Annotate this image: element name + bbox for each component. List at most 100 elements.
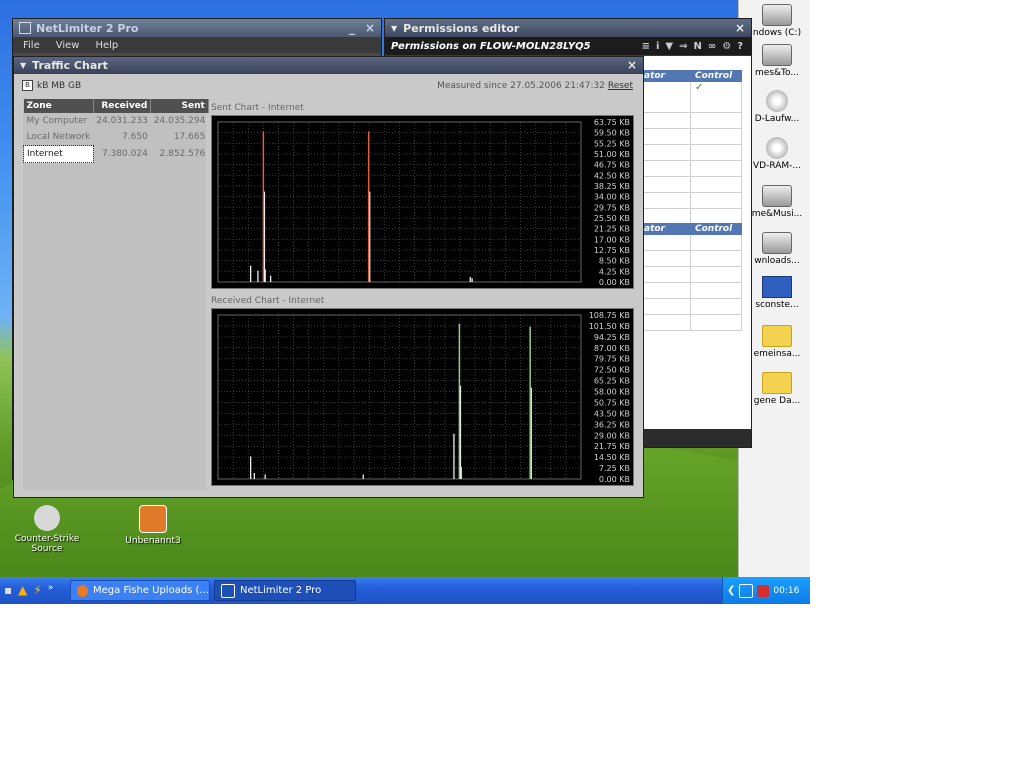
more-chevron-icon[interactable]: »	[48, 583, 54, 597]
table-row[interactable]: ✓	[640, 82, 742, 113]
vlc-icon[interactable]: ▲	[18, 583, 27, 597]
y-tick-label: 12.75 KB	[594, 246, 630, 255]
screen: Counter-Strike Source Unbenannt3 ndows (…	[0, 0, 810, 604]
netlimiter-logo-icon	[19, 22, 31, 34]
received-chart-title: Received Chart - Internet	[211, 296, 325, 306]
desktop-icon-dvd-drive[interactable]: D-Laufw...	[745, 90, 809, 124]
collapse-triangle-icon[interactable]: ▼	[391, 24, 397, 33]
table-row[interactable]: My Computer 24.031.233 24.035.294	[24, 113, 209, 129]
permissions-close-button[interactable]: ×	[735, 21, 745, 35]
permissions-footer	[640, 429, 751, 447]
new-icon[interactable]: N	[694, 41, 702, 52]
desktop-icon-gemeinsame[interactable]: emeinsa...	[745, 325, 809, 359]
menu-view[interactable]: View	[56, 40, 80, 51]
y-tick-label: 17.00 KB	[594, 235, 630, 244]
table-row[interactable]	[640, 235, 742, 251]
table-row[interactable]: Local Network 7.650 17.665	[24, 129, 209, 146]
y-tick-label: 87.00 KB	[594, 344, 630, 353]
desktop-quicklaunch-icon[interactable]: ▪	[4, 583, 12, 597]
hard-drive-icon	[762, 4, 792, 26]
table-row[interactable]	[640, 145, 742, 161]
y-tick-label: 38.25 KB	[594, 182, 630, 191]
table-row[interactable]	[640, 129, 742, 145]
sent-chart-panel: Sent Chart - Internet 63.75 KB 59.50 KB 55…	[211, 103, 634, 289]
y-tick-label: 46.75 KB	[594, 161, 630, 170]
netlimiter-titlebar[interactable]: NetLimiter 2 Pro _ ×	[13, 19, 381, 37]
list-icon[interactable]: ≡	[642, 41, 650, 52]
filter-icon[interactable]: ▼	[665, 41, 673, 52]
hard-drive-icon	[762, 185, 792, 207]
netlimiter-tray-icon[interactable]	[739, 583, 754, 598]
y-tick-label: 72.50 KB	[594, 366, 630, 375]
netlimiter-icon	[221, 583, 235, 598]
y-tick-label: 43.50 KB	[594, 409, 630, 418]
measured-since: Measured since 27.05.2006 21:47:32 Reset	[437, 81, 633, 91]
sent-chart: 63.75 KB 59.50 KB 55.25 KB 51.00 KB 46.75 KB…	[211, 115, 634, 289]
traffic-title: Traffic Chart	[32, 58, 108, 72]
firefox-icon	[77, 584, 89, 597]
table-row[interactable]	[640, 113, 742, 129]
help-icon[interactable]: ?	[737, 41, 743, 52]
folder-icon	[762, 372, 792, 394]
settings-icon[interactable]: ⚙	[722, 41, 731, 52]
table-row[interactable]	[640, 161, 742, 177]
antivirus-tray-icon[interactable]	[757, 584, 770, 597]
collapse-triangle-icon[interactable]: ▼	[20, 61, 26, 70]
column-header-zone[interactable]: Zone	[23, 99, 94, 113]
desktop-icon-eigene-dateien[interactable]: gene Da...	[745, 372, 809, 406]
traffic-close-button[interactable]: ×	[627, 58, 637, 72]
desktop-icon-drive-c[interactable]: ndows (C:)	[745, 4, 809, 38]
y-tick-label: 7.25 KB	[599, 464, 630, 473]
winamp-icon[interactable]: ⚡	[33, 583, 41, 597]
column-header-sent[interactable]: Sent	[150, 99, 209, 113]
traffic-titlebar[interactable]: ▼ Traffic Chart ×	[14, 57, 643, 73]
menu-file[interactable]: File	[23, 40, 40, 51]
netlimiter-title: NetLimiter 2 Pro	[36, 21, 139, 35]
sent-chart-svg: 63.75 KB 59.50 KB55.25 KB 51.00 KB 46.75 KB…	[217, 118, 630, 287]
tray-expand-icon[interactable]: ❮	[727, 585, 735, 596]
y-tick-label: 101.50 KB	[589, 322, 630, 331]
desktop-icon-counter-strike[interactable]: Counter-Strike Source	[2, 505, 92, 554]
table-row[interactable]	[640, 315, 742, 331]
unit-options[interactable]: kB MB GB	[37, 81, 81, 91]
table-row[interactable]	[640, 193, 742, 209]
taskbar-button-netlimiter[interactable]: NetLimiter 2 Pro	[214, 580, 356, 601]
column-header-received[interactable]: Received	[93, 99, 152, 113]
minimize-button[interactable]: _	[349, 21, 355, 35]
table-row[interactable]	[640, 299, 742, 315]
y-tick-label: 79.75 KB	[594, 355, 630, 364]
desktop-icon-unbenannt3[interactable]: Unbenannt3	[108, 505, 198, 546]
close-button[interactable]: ×	[365, 21, 375, 35]
y-tick-label: 21.25 KB	[594, 225, 630, 234]
info-icon[interactable]: i	[656, 41, 659, 52]
received-chart-panel: Received Chart - Internet 108.75 KB 101.5…	[211, 296, 634, 486]
permissions-titlebar[interactable]: ▼ Permissions editor ×	[385, 19, 751, 37]
table-row[interactable]	[640, 283, 742, 299]
link-icon[interactable]: ∞	[708, 41, 716, 52]
desktop-icon-drive-music[interactable]: me&Musi...	[745, 185, 809, 219]
table-row[interactable]	[640, 251, 742, 267]
y-tick-label: 0.00 KB	[599, 278, 630, 287]
table-row[interactable]: Internet 7.380.024 2.852.576	[23, 145, 209, 163]
hard-drive-icon	[762, 232, 792, 254]
permissions-grid-top: ator Control ✓	[640, 70, 742, 225]
desktop-icon-drive-downloads[interactable]: wnloads...	[745, 232, 809, 266]
reset-link[interactable]: Reset	[608, 81, 633, 91]
arrow-right-icon[interactable]: ⇒	[679, 41, 687, 52]
clock[interactable]: 00:16	[773, 586, 799, 596]
y-tick-label: 59.50 KB	[594, 129, 630, 138]
y-tick-label: 94.25 KB	[594, 333, 630, 342]
menu-help[interactable]: Help	[95, 40, 118, 51]
desktop-icon-drive-games[interactable]: mes&To...	[745, 44, 809, 78]
permissions-title: Permissions editor	[403, 21, 520, 35]
check-icon: ✓	[691, 82, 742, 112]
table-row[interactable]	[640, 267, 742, 283]
table-row[interactable]	[640, 177, 742, 193]
taskbar-button-firefox[interactable]: Mega Fishe Uploads (...	[70, 580, 210, 601]
unit-bytes-box[interactable]: B	[22, 80, 33, 91]
zones-table-panel: Zone Received Sent My Computer 24.031.23…	[23, 99, 209, 490]
desktop-icon-dvd-ram[interactable]: VD-RAM-...	[745, 137, 809, 171]
quick-launch: ▪ ▲ ⚡ »	[4, 583, 53, 597]
desktop-icon-sonstiges[interactable]: sconste...	[745, 276, 809, 310]
y-tick-label: 51.00 KB	[594, 150, 630, 159]
